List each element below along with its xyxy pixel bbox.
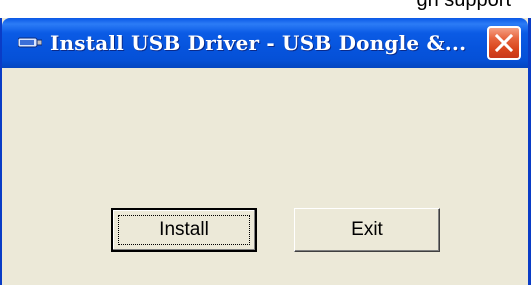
install-button[interactable]: Install	[111, 208, 257, 252]
exit-button[interactable]: Exit	[294, 208, 440, 252]
screen: gn support Install USB Driver - USB Dong…	[0, 0, 531, 285]
close-button[interactable]	[487, 26, 521, 60]
window-body: Install Exit	[2, 68, 528, 285]
background-text-label: gn support	[416, 0, 511, 11]
install-button-label: Install	[159, 219, 209, 240]
usb-device-icon	[18, 37, 42, 48]
background-text: gn support	[0, 0, 531, 20]
exit-button-label: Exit	[351, 219, 383, 240]
installer-window: Install USB Driver - USB Dongle &... Ins…	[0, 18, 531, 285]
title-bar[interactable]: Install USB Driver - USB Dongle &...	[2, 18, 528, 68]
window-title: Install USB Driver - USB Dongle &...	[50, 31, 467, 55]
close-icon	[494, 33, 514, 53]
